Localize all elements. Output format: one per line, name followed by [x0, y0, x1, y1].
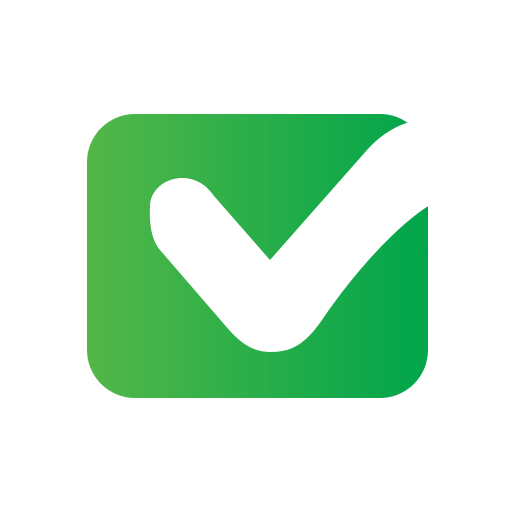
app-icon-canvas [0, 0, 512, 512]
checkbox-checked-icon [87, 114, 431, 398]
